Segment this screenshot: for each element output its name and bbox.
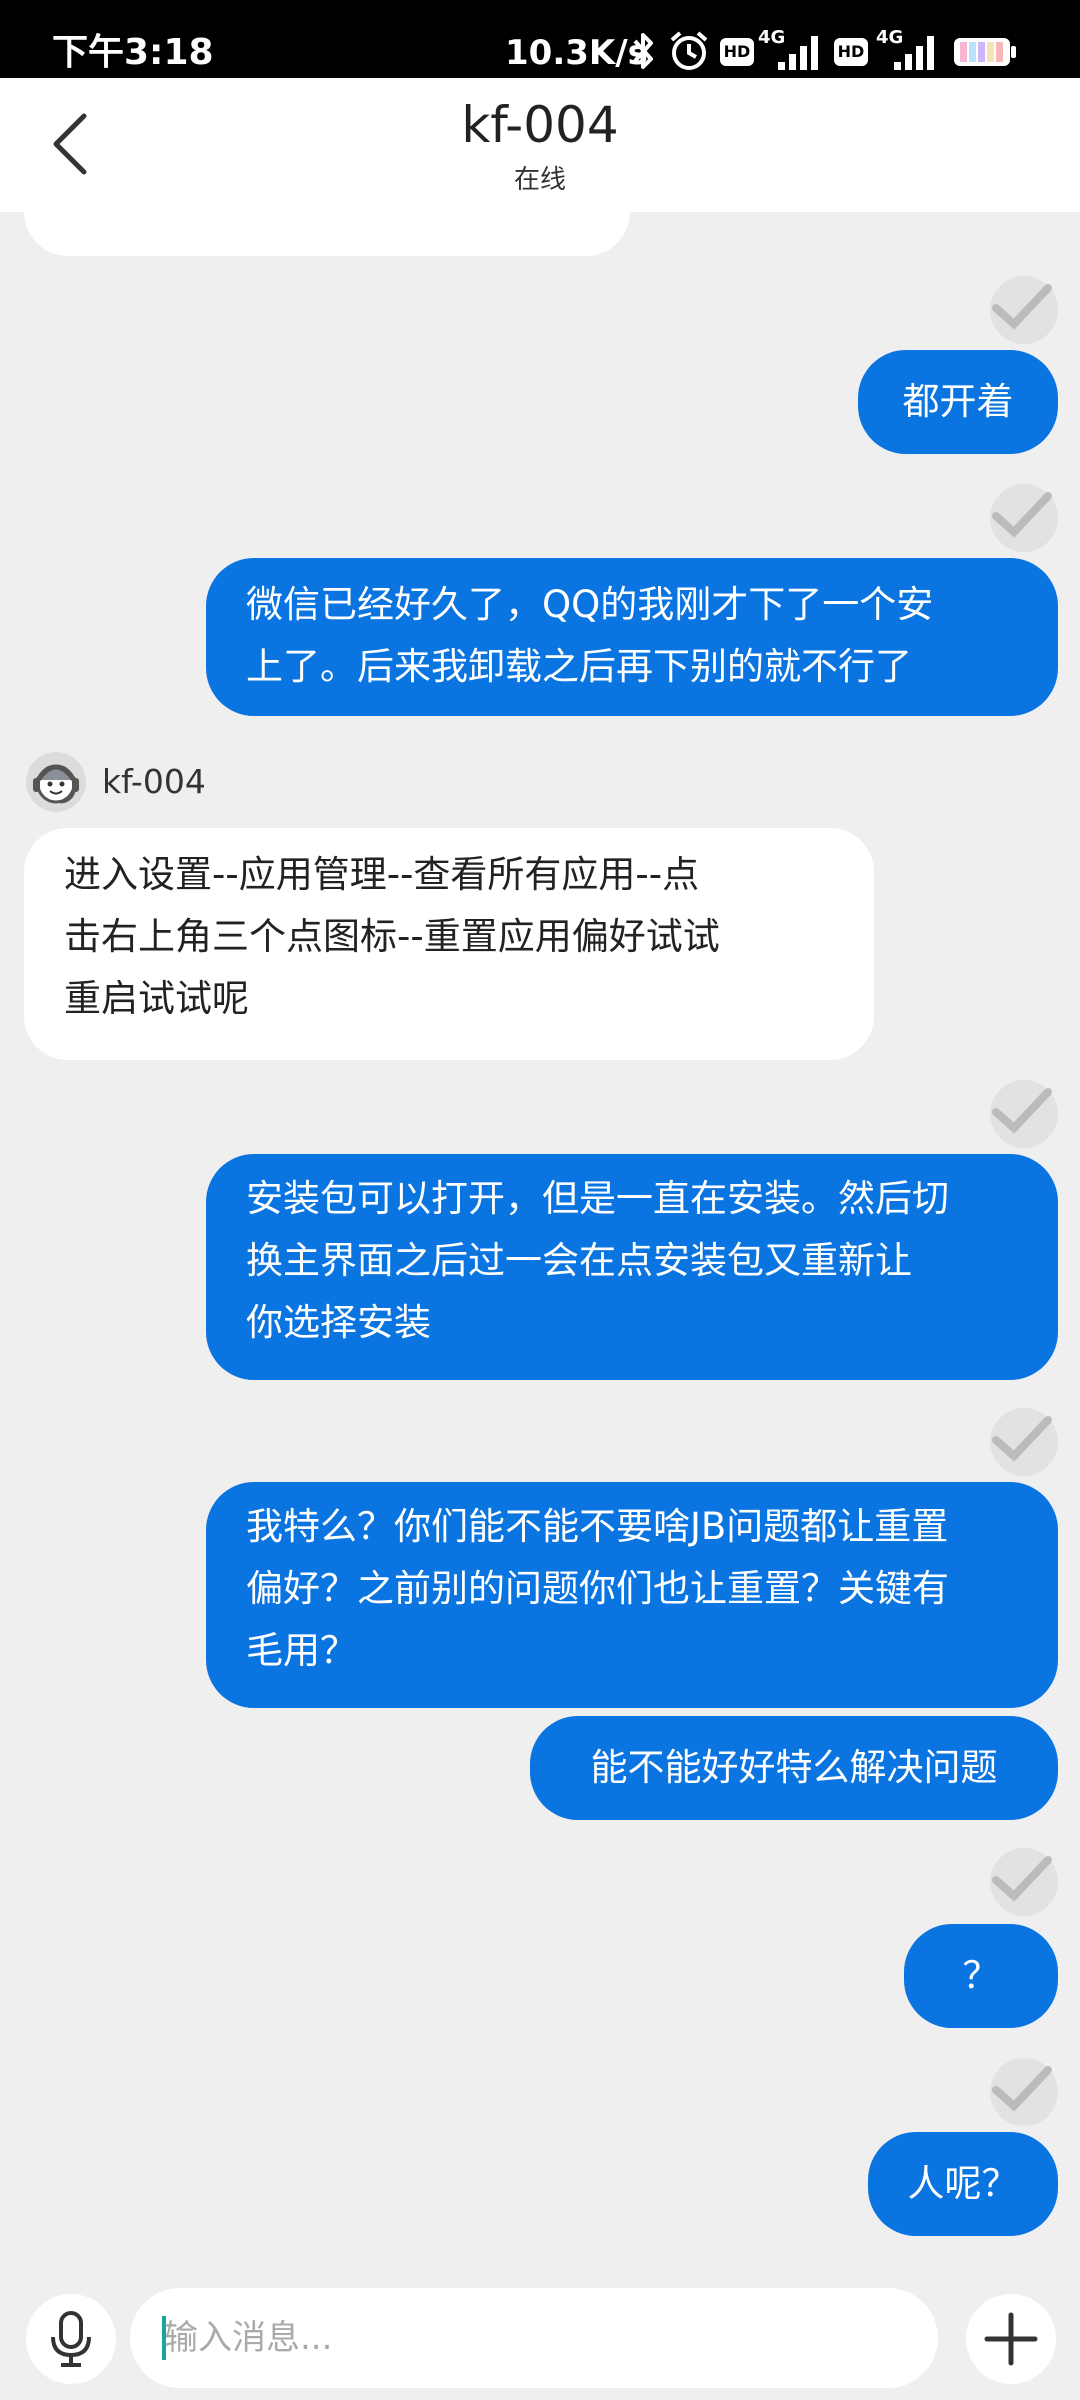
message-line: 你选择安装 [246,1301,431,1344]
message-text: 都开着 [902,380,1014,423]
message-text: 能不能好好特么解决问题 [590,1746,998,1789]
message-line: 重启试试呢 [64,977,249,1020]
battery-icon [954,38,1016,66]
read-receipt-icon [990,2058,1058,2126]
chat-title: kf-004 [461,96,619,154]
plus-icon [984,2312,1038,2366]
message-text: 人呢？ [907,2162,1019,2205]
read-receipt-icon [990,1848,1058,1916]
message-line: 偏好？之前别的问题你们也让重置？关键有 [246,1567,949,1610]
message-list[interactable]: 都开着 微信已经好久了，QQ的我刚才下了一个安 上了。后来我卸载之后再下别的就不… [0,212,1080,2278]
message-line: 微信已经好久了，QQ的我刚才下了一个安 [246,583,934,626]
more-options-button[interactable] [966,2294,1056,2384]
message-line: 我特么？你们能不能不要啥JB问题都让重置 [246,1505,949,1548]
voice-button[interactable] [26,2294,116,2384]
message-input[interactable]: 输入消息... [130,2288,1045,2388]
chat-header: kf-004 在线 [0,78,1080,212]
signal-icon [894,36,934,70]
message-bubble-outgoing[interactable]: 微信已经好久了，QQ的我刚才下了一个安 上了。后来我卸载之后再下别的就不行了 [206,558,1058,716]
online-status: 在线 [513,165,566,195]
agent-name: kf-004 [102,762,206,801]
bluetooth-icon [633,33,653,69]
message-bubble-outgoing[interactable]: 安装包可以打开，但是一直在安装。然后切 换主界面之后过一会在点安装包又重新让 你… [206,1154,1058,1380]
status-time: 下午3:18 [52,32,214,73]
message-text: ？ [962,1954,1000,1997]
message-bubble-incoming[interactable]: 进入设置--应用管理--查看所有应用--点 击右上角三个点图标--重置应用偏好试… [24,828,874,1060]
hd-badge: HD [834,38,868,66]
message-bubble-partial [24,212,630,256]
message-bubble-outgoing[interactable]: 人呢？ [868,2132,1058,2236]
message-bubble-outgoing[interactable]: 能不能好好特么解决问题 [530,1716,1058,1820]
message-line: 安装包可以打开，但是一直在安装。然后切 [246,1177,949,1220]
status-bar: 下午3:18 10.3K/s HD 4G HD 4G [0,0,1080,78]
message-bubble-outgoing[interactable]: 我特么？你们能不能不要啥JB问题都让重置 偏好？之前别的问题你们也让重置？关键有… [206,1482,1058,1708]
microphone-icon [51,2311,91,2367]
read-receipt-icon [990,1408,1058,1476]
hd-badge: HD [720,38,754,66]
message-line: 进入设置--应用管理--查看所有应用--点 [64,853,700,896]
signal-icon [778,36,818,70]
message-bubble-outgoing[interactable]: ？ [904,1924,1058,2028]
customer-service-avatar-icon [26,752,86,812]
message-line: 击右上角三个点图标--重置应用偏好试试 [64,915,720,958]
input-placeholder: 输入消息... [164,2318,333,2358]
alarm-icon [670,31,708,70]
read-receipt-icon [990,484,1058,552]
message-bubble-outgoing[interactable]: 都开着 [858,350,1058,454]
read-receipt-icon [990,276,1058,344]
network-speed: 10.3K/s [505,33,648,73]
input-bar: 输入消息... [0,2278,1080,2400]
message-line: 毛用？ [246,1629,357,1672]
message-line: 换主界面之后过一会在点安装包又重新让 [246,1239,912,1282]
read-receipt-icon [990,1080,1058,1148]
message-line: 上了。后来我卸载之后再下别的就不行了 [246,645,912,688]
